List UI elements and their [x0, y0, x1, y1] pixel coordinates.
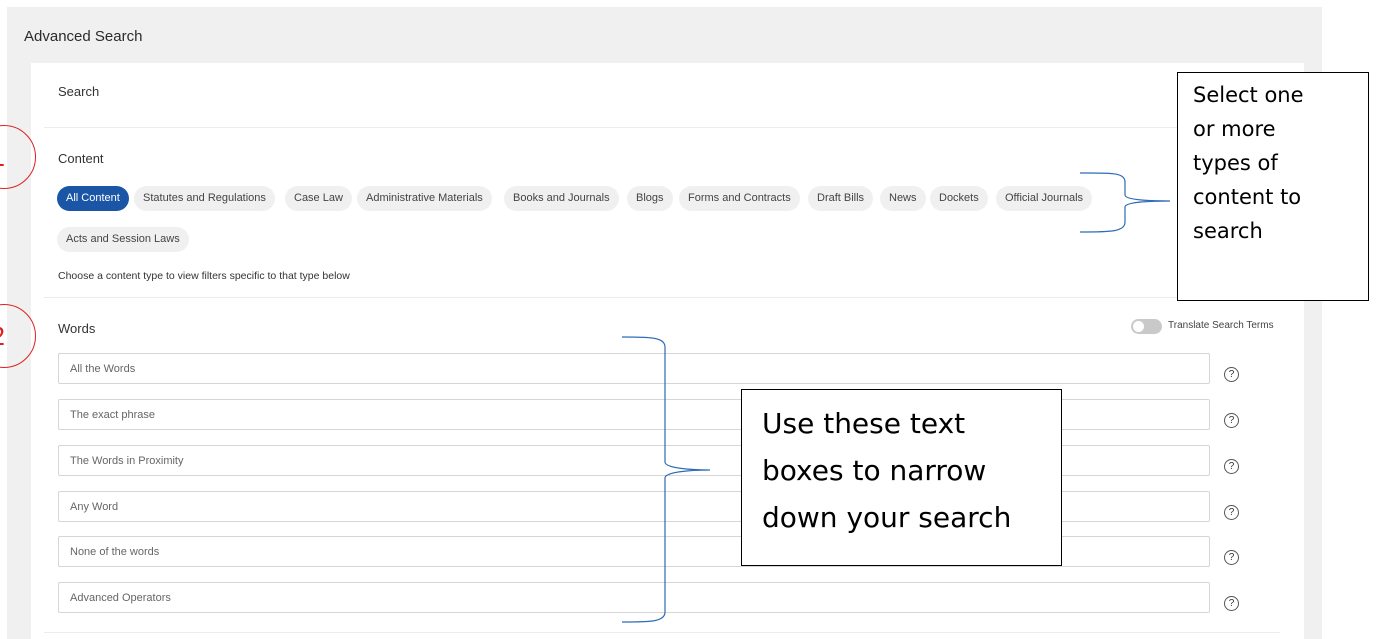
words-bracket: [621, 336, 711, 623]
words-callout: Use these text boxes to narrow down your…: [741, 389, 1062, 566]
content-callout: Select one or more types of content to s…: [1177, 72, 1369, 301]
content-bracket: [1079, 172, 1171, 233]
annotation-brackets: [621, 172, 1171, 623]
